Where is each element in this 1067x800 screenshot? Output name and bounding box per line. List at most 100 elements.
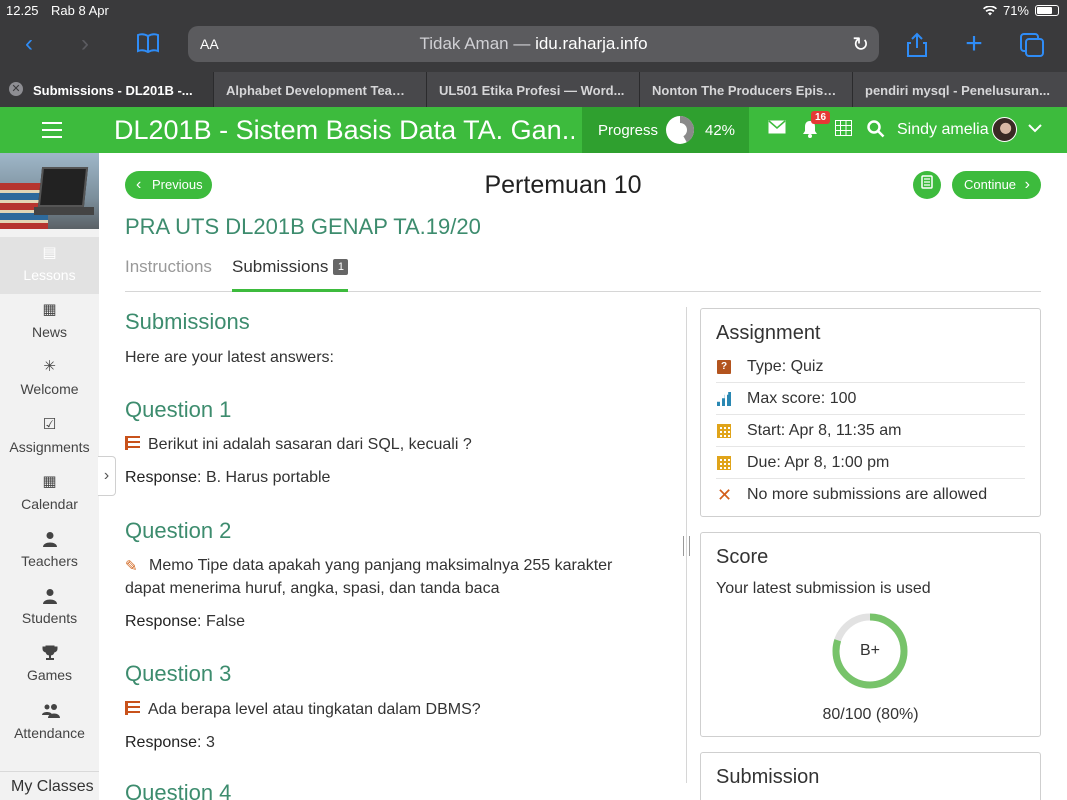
bookmarks-icon[interactable]	[134, 32, 162, 60]
sidebar-toggle-chevron-icon[interactable]: ›	[98, 456, 116, 496]
sidebar-item-calendar[interactable]: ▦ Calendar	[0, 466, 99, 523]
tab-submissions[interactable]: Submissions 1	[232, 257, 349, 277]
continue-label: Continue	[964, 177, 1017, 192]
user-name[interactable]: Sindy amelia	[897, 121, 989, 139]
start-row: Start: Apr 8, 11:35 am	[716, 415, 1025, 447]
course-thumbnail	[0, 153, 99, 229]
multiple-choice-icon	[125, 436, 140, 450]
sidebar-item-news[interactable]: ▦ News	[0, 294, 99, 351]
question-text-content: Memo Tipe data apakah yang panjang maksi…	[125, 557, 613, 597]
notebook-icon[interactable]	[913, 171, 941, 199]
chevron-down-icon[interactable]	[1028, 120, 1042, 138]
response-label: Response	[125, 613, 198, 630]
sidebar-item-assignments[interactable]: ☑ Assignments	[0, 409, 99, 466]
url-text[interactable]: Tidak Aman — idu.raharja.info	[188, 34, 879, 54]
page-title: Pertemuan 10	[484, 171, 642, 199]
tabs-overview-icon[interactable]	[1018, 32, 1046, 60]
submissions-allowed-row: ✕ No more submissions are allowed	[716, 479, 1025, 511]
question-response: Response: False	[125, 613, 245, 631]
grid-icon[interactable]	[833, 120, 853, 140]
back-icon[interactable]: ‹	[15, 32, 43, 60]
subtabs: Instructions Submissions 1	[125, 252, 1041, 292]
score-card-title: Score	[716, 546, 769, 568]
continue-button[interactable]: Continue ›	[952, 171, 1041, 199]
question-response: Response: B. Harus portable	[125, 469, 330, 487]
sidebar-item-label: Students	[21, 610, 78, 626]
sidebar: ▤ Lessons ▦ News ✳ Welcome ☑ Assignments…	[0, 153, 99, 800]
close-tab-icon[interactable]: ✕	[9, 82, 23, 96]
close-icon: ✕	[717, 485, 733, 505]
status-time: 12.25	[6, 3, 39, 18]
submissions-intro: Here are your latest answers:	[125, 349, 334, 366]
mail-icon[interactable]	[767, 120, 787, 140]
resize-handle[interactable]	[683, 536, 690, 556]
sidebar-item-students[interactable]: Students	[0, 580, 99, 637]
browser-tab-active[interactable]: ✕ Submissions - DL201B -...	[0, 72, 213, 107]
question-text-content: Ada berapa level atau tingkatan dalam DB…	[148, 701, 481, 718]
question-title: Question 2	[125, 518, 232, 543]
user-avatar[interactable]	[992, 117, 1017, 142]
question-title: Question 1	[125, 397, 232, 422]
question-text-content: Berikut ini adalah sasaran dari SQL, kec…	[148, 436, 472, 453]
response-label: Response	[125, 734, 198, 751]
sidebar-item-label: Teachers	[21, 553, 78, 569]
course-title[interactable]: DL201B - Sistem Basis Data TA. Gan...	[114, 115, 574, 146]
sidebar-item-lessons[interactable]: ▤ Lessons	[0, 237, 99, 294]
browser-tab[interactable]: pendiri mysql - Penelusuran...	[852, 72, 1067, 107]
calendar-icon	[717, 424, 731, 438]
question-text: Ada berapa level atau tingkatan dalam DB…	[125, 698, 645, 721]
welcome-icon: ✳	[43, 358, 56, 375]
due-date: Due: Apr 8, 1:00 pm	[747, 454, 890, 471]
tab-submissions-label: Submissions	[232, 257, 329, 276]
search-icon[interactable]	[866, 120, 886, 140]
assignment-title[interactable]: PRA UTS DL201B GENAP TA.19/20	[125, 214, 481, 240]
forward-icon[interactable]: ›	[71, 32, 99, 60]
score-card: Score Your latest submission is used B+ …	[700, 532, 1041, 737]
notification-badge: 16	[811, 111, 831, 124]
browser-tab[interactable]: Nonton The Producers Episo...	[639, 72, 852, 107]
battery-percent: 71%	[1002, 3, 1029, 18]
address-bar[interactable]: AA Tidak Aman — idu.raharja.info ↻	[188, 26, 879, 62]
start-date: Start: Apr 8, 11:35 am	[747, 422, 902, 439]
progress-percent: 42%	[705, 122, 736, 139]
sidebar-item-welcome[interactable]: ✳ Welcome	[0, 351, 99, 408]
browser-tab[interactable]: Alphabet Development Team...	[213, 72, 426, 107]
my-classes-link[interactable]: My Classes	[0, 771, 99, 800]
previous-button[interactable]: ‹ Previous	[125, 171, 212, 199]
sidebar-item-games[interactable]: Games	[0, 637, 99, 694]
assignment-type-row: ? Type: Quiz	[716, 351, 1025, 383]
safari-toolbar: ‹ › AA Tidak Aman — idu.raharja.info ↻ +	[0, 22, 1067, 70]
response-value: : B. Harus portable	[197, 469, 331, 486]
sidebar-item-attendance[interactable]: Attendance	[0, 695, 99, 752]
students-icon	[42, 588, 58, 604]
attendance-icon	[41, 703, 60, 719]
sidebar-item-label: Calendar	[21, 496, 78, 512]
share-icon[interactable]	[903, 32, 931, 60]
question-title: Question 3	[125, 661, 232, 686]
menu-icon[interactable]	[42, 122, 62, 138]
question-response: Response: 3	[125, 734, 215, 752]
question-text: ✎ Memo Tipe data apakah yang panjang maks…	[125, 554, 645, 600]
calendar-icon	[717, 456, 731, 470]
bar-chart-icon	[717, 392, 731, 406]
new-tab-icon[interactable]: +	[960, 29, 988, 60]
assignment-card: Assignment ? Type: Quiz Max score: 100 S…	[700, 308, 1041, 517]
sidebar-item-label: Assignments	[9, 439, 90, 455]
browser-tab[interactable]: UL501 Etika Profesi — Word...	[426, 72, 639, 107]
progress-ring	[666, 116, 694, 144]
sidebar-item-teachers[interactable]: Teachers	[0, 523, 99, 580]
battery-icon	[1035, 5, 1059, 16]
sidebar-item-label: Welcome	[20, 381, 79, 397]
question-title: Question 4	[125, 780, 232, 800]
app-header: DL201B - Sistem Basis Data TA. Gan... Pr…	[0, 107, 1067, 153]
reload-icon[interactable]: ↻	[852, 32, 869, 57]
calendar-icon: ▦	[42, 473, 57, 490]
progress-widget[interactable]: Progress 42%	[582, 107, 749, 153]
chevron-right-icon: ›	[1024, 176, 1030, 193]
status-bar: 12.25 Rab 8 Apr 71%	[0, 0, 1067, 22]
previous-label: Previous	[152, 177, 203, 192]
tab-instructions[interactable]: Instructions	[125, 257, 212, 277]
assignment-type: Type: Quiz	[747, 358, 824, 375]
news-icon: ▦	[42, 301, 57, 318]
multiple-choice-icon	[125, 701, 140, 715]
